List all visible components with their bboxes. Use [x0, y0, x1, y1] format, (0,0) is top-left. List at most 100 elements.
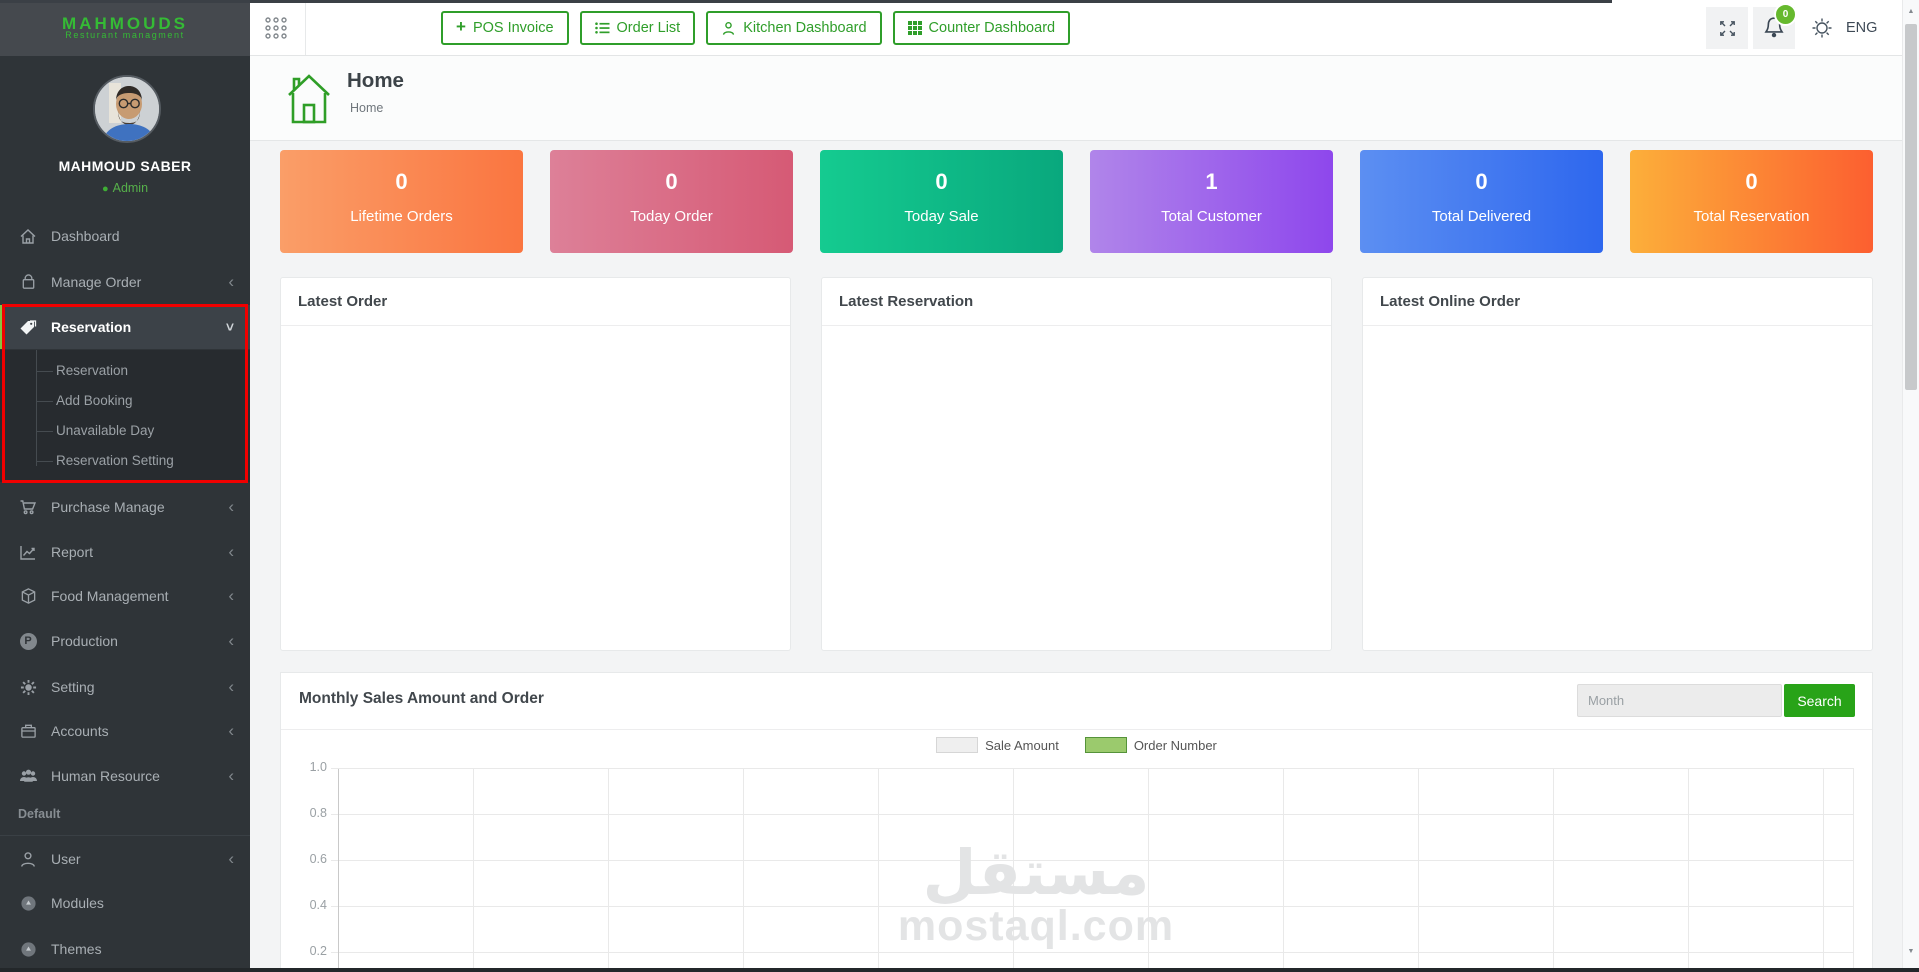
stat-label: Total Customer — [1161, 208, 1262, 225]
panel-title: Latest Reservation — [822, 278, 1331, 326]
logo-subtitle: Resturant managment — [65, 30, 185, 40]
header-separator — [305, 0, 306, 55]
sidebar-item-label: Modules — [51, 895, 104, 911]
scrollbar-thumb[interactable] — [1905, 24, 1917, 390]
sidebar-item-production[interactable]: Production — [0, 619, 250, 663]
pos-invoice-button[interactable]: POS Invoice — [441, 11, 569, 45]
submenu-item-add-booking[interactable]: Add Booking — [0, 386, 250, 416]
people-icon — [17, 768, 39, 784]
y-axis-line — [338, 769, 339, 971]
chevron-left-icon — [228, 636, 234, 646]
language-selector[interactable]: ENG — [1846, 0, 1877, 56]
cart-icon — [17, 499, 39, 515]
page-title: Home — [347, 69, 404, 92]
notification-count-badge: 0 — [1774, 3, 1797, 26]
sidebar-item-modules[interactable]: Modules — [0, 881, 250, 925]
quick-buttons: POS Invoice Order List Kitchen Dashboard — [441, 11, 1071, 45]
stat-card-lifetime-orders[interactable]: 0 Lifetime Orders — [280, 150, 523, 253]
legend-swatch-sale-amount — [936, 737, 979, 753]
sidebar-item-user[interactable]: User — [0, 837, 250, 881]
window-bottom-strip — [0, 968, 1919, 972]
stat-card-today-sale[interactable]: 0 Today Sale — [820, 150, 1063, 253]
sidebar-item-label: Setting — [51, 679, 95, 695]
page-header: Home Home — [250, 56, 1902, 141]
gear-icon — [17, 679, 39, 696]
stat-card-total-reservation[interactable]: 0 Total Reservation — [1630, 150, 1873, 253]
app-logo[interactable]: MAHMOUDS Resturant managment — [0, 0, 250, 56]
avatar-photo — [95, 77, 159, 141]
submenu-item-reservation-setting[interactable]: Reservation Setting — [0, 446, 250, 476]
order-list-label: Order List — [616, 20, 681, 36]
sidebar-divider — [0, 835, 250, 836]
panel-title: Latest Online Order — [1363, 278, 1872, 326]
avatar[interactable] — [93, 75, 161, 143]
chevron-left-icon — [228, 682, 234, 692]
stat-card-total-delivered[interactable]: 0 Total Delivered — [1360, 150, 1603, 253]
y-axis-tick: 0.8 — [309, 806, 327, 820]
chevron-left-icon — [228, 726, 234, 736]
stat-card-total-customer[interactable]: 1 Total Customer — [1090, 150, 1333, 253]
panel-header-divider — [281, 729, 1872, 730]
legend-swatch-order-number — [1084, 737, 1127, 753]
month-input[interactable] — [1577, 684, 1782, 717]
vertical-scrollbar[interactable]: ▲ ▼ — [1902, 0, 1919, 972]
home-icon — [17, 228, 39, 245]
scroll-up-arrow[interactable]: ▲ — [1903, 8, 1919, 15]
latest-reservation-panel: Latest Reservation — [821, 277, 1332, 651]
online-status-dot: ● — [101, 183, 109, 195]
sidebar-item-themes[interactable]: Themes — [0, 927, 250, 971]
stat-label: Today Sale — [904, 208, 979, 225]
scroll-down-arrow[interactable]: ▼ — [1903, 948, 1919, 955]
search-button[interactable]: Search — [1784, 684, 1855, 717]
sidebar-item-reservation[interactable]: Reservation — [0, 305, 250, 349]
sidebar-item-manage-order[interactable]: Manage Order — [0, 260, 250, 304]
chevron-left-icon — [228, 277, 234, 287]
house-icon — [283, 69, 335, 125]
chevron-down-icon — [226, 322, 234, 332]
stat-value: 0 — [665, 169, 678, 194]
user-icon — [17, 851, 39, 868]
stat-label: Total Delivered — [1431, 208, 1532, 225]
briefcase-icon — [17, 723, 39, 739]
sidebar-toggle-grid-icon[interactable] — [260, 14, 292, 42]
chevron-left-icon — [228, 502, 234, 512]
breadcrumb[interactable]: Home — [350, 101, 383, 115]
y-axis-tick: 1.0 — [309, 760, 327, 774]
fullscreen-button[interactable] — [1706, 7, 1748, 49]
sidebar-item-dashboard[interactable]: Dashboard — [0, 214, 250, 258]
person-icon — [723, 21, 735, 35]
kitchen-dashboard-button[interactable]: Kitchen Dashboard — [706, 11, 882, 45]
sidebar-item-purchase-manage[interactable]: Purchase Manage — [0, 485, 250, 529]
sidebar-item-setting[interactable]: Setting — [0, 665, 250, 709]
sidebar-item-report[interactable]: Report — [0, 530, 250, 574]
chevron-left-icon — [228, 854, 234, 864]
y-axis-tick: 0.4 — [309, 898, 327, 912]
tag-icon — [17, 319, 39, 336]
sidebar-item-food-management[interactable]: Food Management — [0, 574, 250, 618]
stat-value: 0 — [1745, 169, 1758, 194]
stat-card-today-order[interactable]: 0 Today Order — [550, 150, 793, 253]
sidebar-section-default: Default — [18, 807, 61, 821]
submenu-item-unavailable-day[interactable]: Unavailable Day — [0, 416, 250, 446]
sidebar-item-human-resource[interactable]: Human Resource — [0, 754, 250, 798]
stat-label: Total Reservation — [1693, 208, 1810, 225]
sidebar-item-label: Reservation — [51, 319, 132, 335]
top-bar: POS Invoice Order List Kitchen Dashboard — [0, 0, 1919, 56]
submenu-item-reservation[interactable]: Reservation — [0, 356, 250, 386]
order-list-button[interactable]: Order List — [579, 11, 696, 45]
sidebar-item-label: Food Management — [51, 588, 169, 604]
counter-dashboard-button[interactable]: Counter Dashboard — [892, 11, 1071, 45]
stat-label: Today Order — [630, 208, 713, 225]
user-role: ● Admin — [0, 181, 250, 195]
window-top-strip — [0, 0, 1612, 3]
stat-value: 1 — [1205, 169, 1218, 194]
plus-icon — [456, 20, 466, 36]
latest-online-order-panel: Latest Online Order — [1362, 277, 1873, 651]
sidebar-item-label: Accounts — [51, 723, 109, 739]
sidebar-item-accounts[interactable]: Accounts — [0, 709, 250, 753]
sidebar-item-label: Dashboard — [51, 228, 120, 244]
module-icon — [17, 895, 39, 912]
stat-label: Lifetime Orders — [350, 208, 453, 225]
settings-button[interactable] — [1800, 7, 1844, 49]
reservation-submenu: Reservation Add Booking Unavailable Day … — [0, 350, 250, 482]
